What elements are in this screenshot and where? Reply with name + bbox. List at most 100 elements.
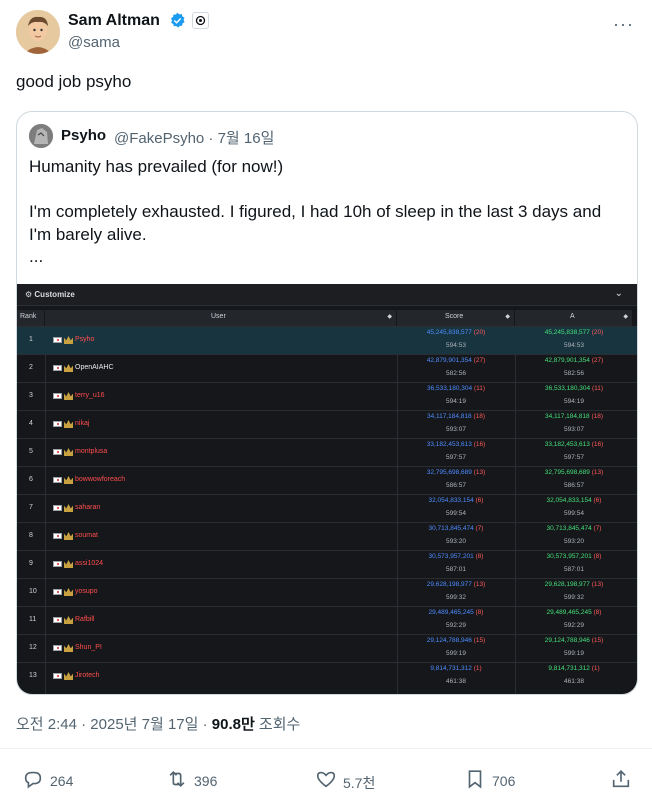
crown-icon: [64, 336, 73, 344]
view-count: 90.8만: [211, 716, 255, 733]
a-value: 32,795,698,689 (13): [544, 469, 604, 476]
crown-icon: [64, 644, 73, 652]
crown-icon: [64, 448, 73, 456]
tweet-text: good job psyho: [16, 72, 132, 91]
score-time: 587:01: [446, 566, 466, 573]
crown-icon: [64, 672, 73, 680]
more-options-icon[interactable]: ···: [613, 14, 634, 35]
author-name[interactable]: Sam Altman: [68, 12, 160, 30]
user-name[interactable]: Shun_PI: [75, 644, 102, 651]
user-name[interactable]: soumat: [75, 532, 98, 539]
a-value: 9,814,731,312 (1): [548, 665, 600, 672]
user-name[interactable]: Jirotech: [75, 672, 100, 679]
rank-value: 11: [29, 616, 37, 623]
leaderboard-row: 12 Shun_PI 29,124,788,946 (15) 599:19 29,124…: [17, 634, 637, 662]
score-value: 34,117,184,818 (18): [426, 413, 486, 420]
leaderboard-image[interactable]: ⚙ Customize ⌄ Rank User ◆ Score ◆ A ◆ 1 P…: [17, 284, 637, 694]
score-value: 42,879,901,354 (27): [426, 357, 486, 364]
a-value: 30,573,957,201 (8): [546, 553, 602, 560]
user-header: User ◆: [45, 310, 397, 326]
leaderboard-row: 8 soumat 30,713,845,474 (7) 593:20 30,713,84…: [17, 522, 637, 550]
divider: [0, 748, 652, 749]
flag-icon: [53, 617, 62, 623]
quoted-author-name[interactable]: Psyho: [61, 127, 106, 144]
share-button[interactable]: [610, 768, 632, 794]
a-value: 36,533,180,304 (11): [544, 385, 604, 392]
user-name[interactable]: yosupo: [75, 588, 98, 595]
verified-badge-icon[interactable]: [169, 12, 186, 29]
user-name[interactable]: Psyho: [75, 336, 94, 343]
score-time: 582:56: [446, 370, 466, 377]
like-count: 5.7천: [343, 775, 376, 791]
user-name[interactable]: Rafbill: [75, 616, 94, 623]
score-time: 592:29: [446, 622, 466, 629]
rank-value: 6: [29, 476, 33, 483]
a-time: 582:56: [564, 370, 584, 377]
openai-affiliate-icon[interactable]: [192, 12, 209, 29]
a-value: 34,117,184,818 (18): [544, 413, 604, 420]
rank-value: 3: [29, 392, 33, 399]
leaderboard-row: 7 saharan 32,054,833,154 (6) 599:54 32,054,8…: [17, 494, 637, 522]
a-header: A ◆: [515, 310, 633, 326]
score-value: 33,182,453,613 (16): [426, 441, 486, 448]
user-name[interactable]: terry_u16: [75, 392, 105, 399]
flag-icon: [53, 561, 62, 567]
score-header: Score ◆: [397, 310, 515, 326]
a-time: 599:32: [564, 594, 584, 601]
a-value: 45,245,838,577 (20): [544, 329, 604, 336]
crown-icon: [64, 504, 73, 512]
timestamp[interactable]: 오전 2:44 · 2025년 7월 17일 ·: [16, 716, 212, 733]
score-value: 30,713,845,474 (7): [428, 525, 484, 532]
quoted-author-avatar[interactable]: [29, 124, 53, 148]
quoted-author-handle[interactable]: @FakePsyho · 7월 16일: [114, 127, 274, 148]
user-name[interactable]: nikaj: [75, 420, 89, 427]
a-time: 592:29: [564, 622, 584, 629]
crown-icon: [64, 532, 73, 540]
crown-icon: [64, 588, 73, 596]
a-time: 593:07: [564, 426, 584, 433]
score-time: 593:20: [446, 538, 466, 545]
user-name[interactable]: assi1024: [75, 560, 103, 567]
a-value: 29,489,465,245 (8): [546, 609, 602, 616]
leaderboard-row: 4 nikaj 34,117,184,818 (18) 593:07 34,117,18…: [17, 410, 637, 438]
flag-icon: [53, 421, 62, 427]
rank-value: 1: [29, 336, 33, 343]
sort-icon: ◆: [387, 314, 392, 320]
quoted-tweet[interactable]: Psyho @FakePsyho · 7월 16일 Humanity has p…: [16, 111, 638, 695]
reply-count: 264: [50, 773, 74, 789]
heart-icon: [316, 771, 336, 788]
user-name[interactable]: saharan: [75, 504, 100, 511]
user-name[interactable]: montplusa: [75, 448, 107, 455]
score-value: 32,054,833,154 (6): [428, 497, 484, 504]
rank-header: Rank: [17, 310, 45, 326]
author-avatar[interactable]: [16, 10, 60, 54]
leaderboard-row: 1 Psyho 45,245,838,577 (20) 594:53 45,245,83…: [17, 326, 637, 354]
repost-count: 396: [194, 773, 218, 789]
score-value: 30,573,957,201 (8): [428, 553, 484, 560]
leaderboard-row: 2 OpenAIAHC 42,879,901,354 (27) 582:56 42,87…: [17, 354, 637, 382]
a-value: 29,628,198,977 (13): [544, 581, 604, 588]
crown-icon: [64, 392, 73, 400]
rank-value: 2: [29, 364, 33, 371]
a-time: 586:57: [564, 482, 584, 489]
repost-icon: [169, 770, 185, 788]
a-time: 594:53: [564, 342, 584, 349]
leaderboard-row: 11 Rafbill 29,489,465,245 (8) 592:29 29,489,…: [17, 606, 637, 634]
score-value: 45,245,838,577 (20): [426, 329, 486, 336]
rank-value: 13: [29, 672, 37, 679]
a-time: 593:20: [564, 538, 584, 545]
user-name[interactable]: bowwowforeach: [75, 476, 125, 483]
tweet-meta: 오전 2:44 · 2025년 7월 17일 · 90.8만 조회수: [16, 713, 300, 734]
leaderboard-row: 3 terry_u16 36,533,180,304 (11) 594:19 36,53…: [17, 382, 637, 410]
a-time: 599:19: [564, 650, 584, 657]
a-value: 32,054,833,154 (6): [546, 497, 602, 504]
author-handle[interactable]: @sama: [68, 34, 120, 51]
chevron-down-icon: ⌄: [614, 288, 623, 299]
rank-value: 8: [29, 532, 33, 539]
user-name[interactable]: OpenAIAHC: [75, 364, 114, 371]
flag-icon: [53, 477, 62, 483]
a-time: 594:19: [564, 398, 584, 405]
crown-icon: [64, 616, 73, 624]
score-time: 586:57: [446, 482, 466, 489]
leaderboard-row: 5 montplusa 33,182,453,613 (16) 597:57 33,18…: [17, 438, 637, 466]
